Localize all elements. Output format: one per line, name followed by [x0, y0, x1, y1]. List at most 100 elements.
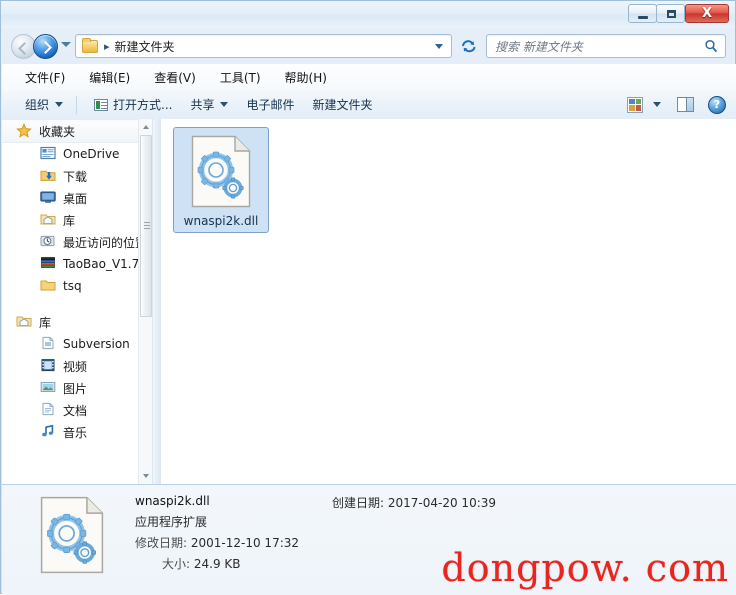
- details-modified: 修改日期: 2001-12-10 17:32: [135, 534, 299, 551]
- chevron-down-icon: [55, 102, 64, 107]
- details-size: 大小: 24.9 KB: [162, 555, 299, 572]
- details-file-name: wnaspi2k.dll: [135, 494, 210, 508]
- menu-view[interactable]: 查看(V): [145, 66, 205, 89]
- sidebar-item-taobao[interactable]: TaoBao_V1.7: [2, 253, 152, 275]
- details-pane: wnaspi2k.dll 应用程序扩展 修改日期: 2001-12-10 17:…: [2, 484, 736, 595]
- menu-help[interactable]: 帮助(H): [276, 66, 336, 89]
- dll-file-icon: [191, 135, 251, 212]
- close-button[interactable]: X: [685, 4, 729, 23]
- star-icon: [16, 123, 33, 139]
- sidebar-label: 音乐: [63, 425, 88, 440]
- scrollbar-grip: [144, 222, 150, 223]
- details-modified-value: 2001-12-10 17:32: [190, 536, 300, 550]
- scroll-down-icon[interactable]: [139, 468, 152, 484]
- organize-label: 组织: [25, 98, 50, 112]
- file-name-label: wnaspi2k.dll: [183, 214, 259, 228]
- command-bar: 组织 打开方式... 共享 电子邮件 新建文件夹 ?: [2, 90, 736, 120]
- close-icon: X: [701, 6, 713, 21]
- share-button[interactable]: 共享: [183, 93, 235, 116]
- search-placeholder: 搜索 新建文件夹: [495, 39, 583, 54]
- open-with-button[interactable]: 打开方式...: [87, 93, 179, 116]
- toolbar-separator: [76, 95, 78, 114]
- video-icon: [40, 358, 57, 374]
- menu-bar: 文件(F) 编辑(E) 查看(V) 工具(T) 帮助(H): [2, 64, 736, 91]
- details-secondary-column: 创建日期: 2017-04-20 10:39: [332, 494, 496, 511]
- sidebar-item-favorites[interactable]: 收藏夹: [2, 119, 152, 143]
- menu-edit[interactable]: 编辑(E): [80, 66, 139, 89]
- sidebar-label: Subversion: [63, 337, 130, 351]
- sidebar-item-pictures[interactable]: 图片: [2, 377, 152, 399]
- sidebar-label: 最近访问的位置: [63, 235, 148, 250]
- sidebar-item-recent-places[interactable]: 最近访问的位置: [2, 231, 152, 253]
- sidebar-label: TaoBao_V1.7: [63, 257, 140, 271]
- open-with-label: 打开方式...: [113, 98, 173, 112]
- details-created-label: 创建日期:: [332, 496, 385, 510]
- sidebar-item-videos[interactable]: 视频: [2, 355, 152, 377]
- menu-file[interactable]: 文件(F): [16, 66, 74, 89]
- maximize-button[interactable]: [656, 4, 685, 23]
- chevron-down-icon[interactable]: [435, 43, 443, 49]
- new-folder-label: 新建文件夹: [312, 98, 373, 112]
- folder-icon: [40, 278, 57, 294]
- details-file-icon: [40, 496, 104, 578]
- downloads-icon: [40, 168, 57, 184]
- sidebar-label: 图片: [63, 381, 88, 396]
- sidebar-label: 库: [39, 315, 52, 330]
- library-icon: [40, 212, 57, 228]
- chevron-down-icon: [220, 102, 229, 107]
- sidebar-label: 桌面: [63, 191, 88, 206]
- details-size-value: 24.9 KB: [193, 557, 241, 571]
- file-list-pane[interactable]: wnaspi2k.dll: [161, 119, 736, 484]
- navigation-bar: ▸ 新建文件夹 搜索 新建文件夹: [1, 28, 736, 64]
- email-button[interactable]: 电子邮件: [239, 93, 301, 116]
- documents-icon: [40, 402, 57, 418]
- share-label: 共享: [190, 98, 215, 112]
- sidebar-item-downloads[interactable]: 下载: [2, 165, 152, 187]
- address-bar[interactable]: ▸ 新建文件夹: [75, 34, 452, 58]
- navigation-pane: 收藏夹 OneDrive 下载 桌面 库 最近访问的位置 TaoBao_V1.7…: [2, 119, 152, 484]
- preview-pane-icon[interactable]: [677, 97, 694, 112]
- change-view-icon[interactable]: [627, 96, 643, 113]
- details-size-label: 大小:: [162, 557, 191, 571]
- sidebar-item-subversion[interactable]: Subversion: [2, 333, 152, 355]
- minimize-button[interactable]: [628, 4, 657, 23]
- scrollbar-thumb[interactable]: [140, 135, 152, 317]
- recent-places-icon: [40, 234, 57, 250]
- refresh-button[interactable]: [457, 35, 481, 57]
- sidebar-item-libraries-fav[interactable]: 库: [2, 209, 152, 231]
- sidebar-item-desktop[interactable]: 桌面: [2, 187, 152, 209]
- search-icon: [704, 39, 718, 53]
- recent-pages-dropdown-icon[interactable]: [61, 42, 71, 47]
- toolbar-right-group: ?: [627, 95, 726, 114]
- sidebar-item-onedrive[interactable]: OneDrive: [2, 143, 152, 165]
- pictures-icon: [40, 380, 57, 396]
- help-button[interactable]: ?: [708, 95, 726, 114]
- new-folder-button[interactable]: 新建文件夹: [306, 93, 380, 116]
- details-created-value: 2017-04-20 10:39: [387, 496, 497, 510]
- sidebar-label: 收藏夹: [39, 124, 76, 139]
- view-dropdown-icon[interactable]: [653, 102, 661, 107]
- sidebar-label: 下载: [63, 169, 88, 184]
- sidebar-item-music[interactable]: 音乐: [2, 421, 152, 443]
- sidebar-item-tsq[interactable]: tsq: [2, 275, 152, 297]
- open-with-icon: [94, 98, 109, 111]
- sidebar-label: 库: [63, 213, 76, 228]
- forward-button[interactable]: [33, 34, 58, 59]
- library-icon: [16, 314, 33, 330]
- window-controls: X: [628, 4, 729, 23]
- scroll-up-icon[interactable]: [139, 119, 152, 135]
- sidebar-item-libraries[interactable]: 库: [2, 311, 152, 333]
- organize-button[interactable]: 组织: [18, 93, 70, 116]
- sidebar-label: 视频: [63, 359, 88, 374]
- email-label: 电子邮件: [246, 98, 295, 112]
- menu-tools[interactable]: 工具(T): [211, 66, 270, 89]
- search-input[interactable]: 搜索 新建文件夹: [486, 34, 726, 58]
- refresh-icon: [462, 39, 476, 52]
- sidebar-item-documents[interactable]: 文档: [2, 399, 152, 421]
- breadcrumb-current[interactable]: 新建文件夹: [115, 38, 175, 55]
- navigation-scrollbar[interactable]: [138, 119, 152, 484]
- desktop-icon: [40, 190, 57, 206]
- help-icon: ?: [713, 97, 721, 111]
- file-item[interactable]: wnaspi2k.dll: [173, 127, 269, 233]
